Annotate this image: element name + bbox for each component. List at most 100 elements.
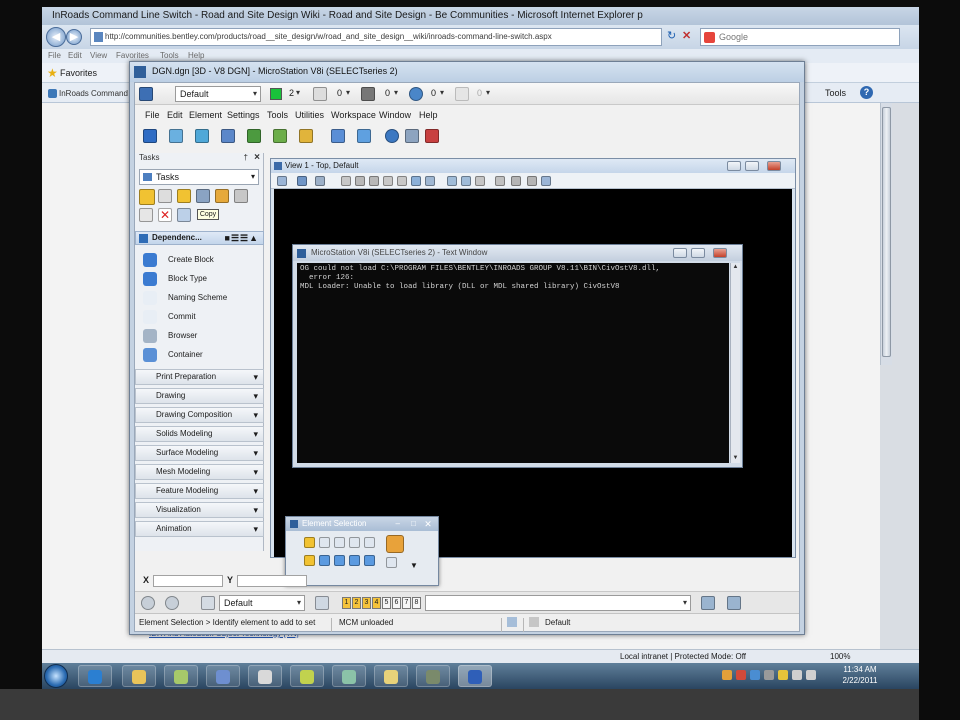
ms-menu-utilities[interactable]: Utilities [295,110,324,120]
section-drawing-composition[interactable]: Drawing Composition [135,407,264,423]
view-next-icon[interactable] [461,176,471,186]
navigate-icon[interactable] [141,596,155,610]
display-style-icon[interactable] [297,176,307,186]
close-button[interactable] [713,248,727,258]
block-select-icon[interactable] [319,537,330,548]
tray-icon[interactable] [778,670,788,680]
taskbar-app-3[interactable] [164,665,198,687]
tray-icon[interactable] [764,670,774,680]
favorites-star-icon[interactable]: ★ [47,66,58,80]
open-icon[interactable] [169,129,183,143]
text-window-output[interactable]: OG could not load C:\PROGRAM FILES\BENTL… [297,263,729,463]
fit-view-icon[interactable] [397,176,407,186]
scroll-down-icon[interactable]: ▼ [731,454,740,463]
save-icon[interactable] [195,129,209,143]
level-select[interactable]: Default [175,86,261,102]
dependency-item[interactable]: Naming Scheme [135,289,264,307]
zoom-in-icon[interactable] [355,176,365,186]
section-print-preparation[interactable]: Print Preparation [135,369,264,385]
raster-icon[interactable] [273,129,287,143]
taskbar-app-8[interactable] [374,665,408,687]
measure-icon[interactable] [405,129,419,143]
references-icon[interactable] [247,129,261,143]
tab-inroads-command[interactable]: InRoads Command ... [45,86,131,113]
weight-value[interactable]: 0 [381,86,401,102]
element-selection-icon[interactable] [139,189,155,205]
taskbar-app-9[interactable] [416,665,450,687]
view-attributes-icon[interactable] [277,176,287,186]
view-groups-icon[interactable] [165,596,179,610]
text-window-scrollbar[interactable]: ▲ ▼ [730,263,740,463]
stop-icon[interactable]: ✕ [682,29,696,43]
menu-edit[interactable]: Edit [68,51,82,60]
restore-button[interactable] [745,161,759,171]
taskbar-app-5[interactable] [248,665,282,687]
redo-icon[interactable] [357,129,371,143]
section-animation[interactable]: Animation [135,521,264,537]
dependency-item[interactable]: Create Block [135,251,264,269]
models-icon[interactable] [201,596,215,610]
tray-icon[interactable] [722,670,732,680]
favorites-label[interactable]: Favorites [60,68,97,78]
individual-select-icon[interactable] [304,537,315,548]
section-visualization[interactable]: Visualization [135,502,264,518]
search-input[interactable]: Google [700,28,900,46]
tools-menu[interactable]: Tools [825,88,846,98]
line-select-icon[interactable] [349,537,360,548]
view-button-8[interactable]: 8 [412,597,421,609]
network-icon[interactable] [792,670,802,680]
rotate-view-icon[interactable] [411,176,421,186]
menu-tools[interactable]: Tools [160,51,179,60]
section-feature-modeling[interactable]: Feature Modeling [135,483,264,499]
minimize-button[interactable]: – [396,517,400,531]
subtract-icon[interactable] [334,555,345,566]
tray-icon[interactable] [736,670,746,680]
menu-file[interactable]: File [48,51,61,60]
accudraw-icon[interactable] [701,596,715,610]
pan-view-icon[interactable] [425,176,435,186]
shape-select-icon[interactable] [334,537,345,548]
pin-icon[interactable]: † [244,153,248,162]
menu-help[interactable]: Help [188,51,204,60]
walk-icon[interactable] [541,176,551,186]
start-button[interactable] [44,664,68,688]
ie-scroll-thumb[interactable] [882,107,891,357]
section-surface-modeling[interactable]: Surface Modeling [135,445,264,461]
menu-favorites[interactable]: Favorites [116,51,149,60]
view-button-1[interactable]: 1 [342,597,351,609]
volume-icon[interactable] [806,670,816,680]
address-input[interactable]: http://communities.bentley.com/products/… [90,28,662,46]
tool-icon[interactable] [196,189,210,203]
forward-button[interactable]: ▶ [66,29,82,45]
minimize-button[interactable] [673,248,687,258]
view-button-7[interactable]: 7 [402,597,411,609]
view-button-6[interactable]: 6 [392,597,401,609]
zoom-level[interactable]: 100% [830,652,850,661]
refresh-icon[interactable]: ↻ [667,29,681,43]
tool-icon[interactable] [234,189,248,203]
save-status-icon[interactable] [529,617,539,627]
priority-value[interactable]: 0 [473,86,493,102]
selection-mode-icon[interactable] [386,535,404,553]
color-value[interactable]: 2 [285,86,303,102]
line-weight-icon[interactable] [361,87,375,101]
lasso-icon[interactable] [364,537,375,548]
taskbar-app-7[interactable] [332,665,366,687]
taskbar-ie[interactable] [78,665,112,687]
view-button-4[interactable]: 4 [372,597,381,609]
tool-icon[interactable] [158,189,172,203]
ms-menu-settings[interactable]: Settings [227,110,260,120]
ms-menu-tools[interactable]: Tools [267,110,288,120]
ms-menu-edit[interactable]: Edit [167,110,183,120]
view-previous-icon[interactable] [447,176,457,186]
print-icon[interactable] [221,129,235,143]
x-coordinate-field[interactable] [153,575,223,587]
section-mesh-modeling[interactable]: Mesh Modeling [135,464,264,480]
transparency-value[interactable]: 0 [427,86,447,102]
camera-icon[interactable] [527,176,537,186]
info-icon[interactable] [385,129,399,143]
tray-icon[interactable] [750,670,760,680]
view-mode-icons[interactable]: ■☰☰▲ [225,232,259,244]
new-file-icon[interactable] [143,129,157,143]
level-manager-icon[interactable] [139,87,153,101]
